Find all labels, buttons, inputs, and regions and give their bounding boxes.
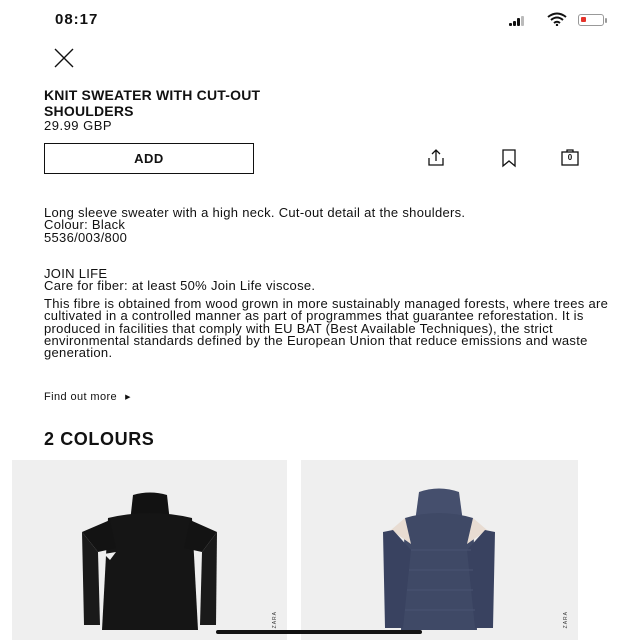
- join-life-section: JOIN LIFE Care for fiber: at least 50% J…: [44, 267, 619, 294]
- home-indicator: [216, 630, 422, 634]
- description-text: Long sleeve sweater with a high neck. Cu…: [44, 205, 466, 220]
- reference-number: 5536/003/800: [44, 229, 128, 245]
- brand-label: ZARA: [272, 610, 278, 628]
- battery-level: [581, 17, 586, 22]
- signal-icon: [509, 16, 527, 26]
- colour-option-black[interactable]: ZARA: [12, 460, 287, 640]
- product-price: 29.99 GBP: [44, 118, 113, 133]
- status-bar: 08:17: [0, 0, 640, 40]
- bookmark-icon[interactable]: [499, 148, 519, 168]
- caret-right-icon: ▶: [125, 394, 131, 401]
- fibre-description: This fibre is obtained from wood grown i…: [44, 296, 609, 361]
- shopping-bag-button[interactable]: 0: [560, 148, 580, 168]
- black-sweater-image: [82, 492, 217, 630]
- colour-text: Colour: Black: [44, 217, 126, 233]
- colour-option-blue[interactable]: ZARA: [301, 460, 578, 640]
- wifi-icon: [547, 12, 567, 26]
- product-detail-screen: 08:17 KNIT SWEATER WITH CUT-OUT SHOULDER…: [0, 0, 640, 640]
- close-icon[interactable]: [52, 46, 76, 70]
- brand-label: ZARA: [563, 610, 569, 628]
- colours-heading: 2 COLOURS: [44, 429, 155, 449]
- status-time: 08:17: [55, 11, 99, 28]
- find-out-more-label: Find out more: [44, 391, 118, 403]
- join-life-care: Care for fiber: at least 50% Join Life v…: [44, 278, 316, 294]
- bag-count: 0: [567, 153, 573, 162]
- find-out-more-link[interactable]: Find out more ▶: [44, 391, 131, 403]
- blue-sweater-image: [383, 488, 495, 630]
- add-to-bag-button[interactable]: ADD: [44, 143, 254, 174]
- product-description: Long sleeve sweater with a high neck. Cu…: [44, 205, 619, 245]
- product-title: KNIT SWEATER WITH CUT-OUT SHOULDERS: [44, 87, 261, 119]
- share-icon[interactable]: [426, 148, 446, 168]
- battery-icon: [578, 14, 607, 26]
